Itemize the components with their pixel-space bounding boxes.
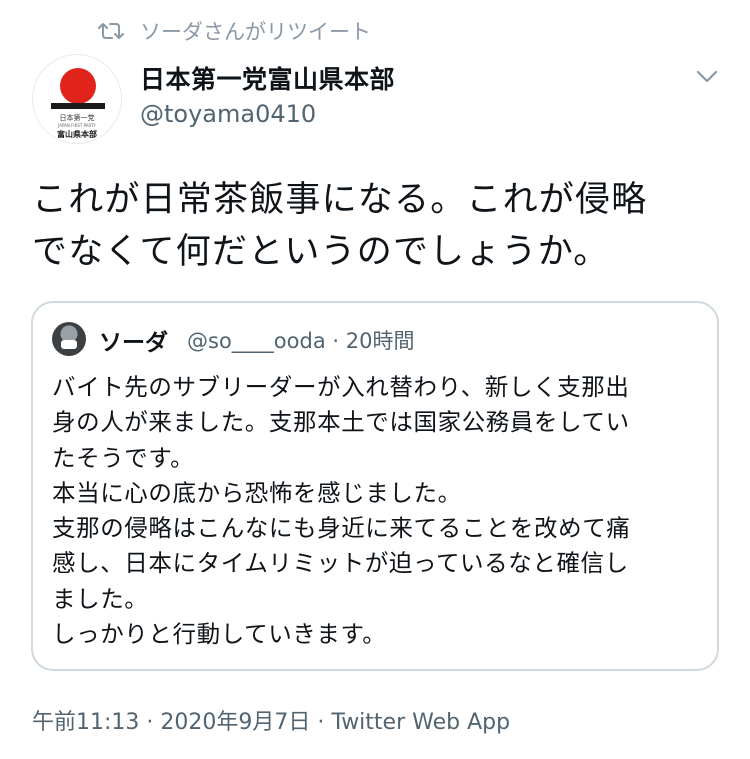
avatar-logo-text: 日本第一党 [59,114,95,122]
retweet-icon [96,16,126,46]
retweet-context[interactable]: ソーダさんがリツイート [96,14,371,48]
quoted-text: バイト先のサブリーダーが入れ替わり、新しく支那出 身の人が来ました。支那本土では… [52,373,631,649]
chevron-down-icon[interactable] [694,64,720,90]
quoted-time: 20時間 [345,329,415,353]
author-avatar[interactable]: 日本第一党 JAPAN FIRST PARTY 富山県本部 [32,54,122,144]
tweet-source-app[interactable]: Twitter Web App [331,710,510,735]
logo-sun [60,68,96,104]
quoted-separator: · [332,329,340,353]
quoted-avatar[interactable] [52,322,86,356]
quoted-meta: @so____ooda · 20時間 [187,325,414,355]
avatar-logo-branch: 富山県本部 [57,130,97,139]
tweet-text: これが日常茶飯事になる。これが侵略 でなくて何だというのでしょうか。 [32,180,648,272]
footer-separator: · [146,710,154,735]
tweet-time[interactable]: 午前11:13 [32,710,139,735]
avatar-mask-shape [61,340,77,349]
logo-bar [51,103,105,109]
quoted-author-name: ソーダ [99,330,168,356]
tweet-date[interactable]: 2020年9月7日 [160,710,310,735]
quoted-tweet[interactable]: ソーダ @so____ooda · 20時間 バイト先のサブリーダーが入れ替わり… [31,301,719,671]
author-name[interactable]: 日本第一党富山県本部 [140,60,395,96]
author-handle[interactable]: @toyama0410 [140,100,316,128]
avatar-logo-subtext: JAPAN FIRST PARTY [58,123,96,128]
tweet-footer: 午前11:13 · 2020年9月7日 · Twitter Web App [32,704,510,736]
footer-separator: · [317,710,325,735]
quoted-author-handle: @so____ooda [187,329,326,353]
retweet-label: ソーダさんがリツイート [140,20,371,44]
